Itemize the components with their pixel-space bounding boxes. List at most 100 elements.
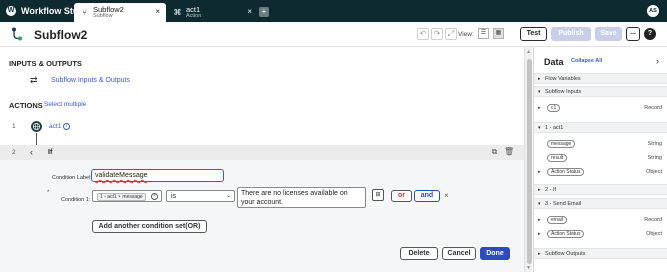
scrollbar-thumb[interactable] <box>526 59 532 264</box>
data-type: String <box>647 155 662 161</box>
delete-button[interactable]: Delete <box>400 247 438 260</box>
data-pill-row[interactable]: ▸ email Record <box>534 215 667 226</box>
if-step-header[interactable]: 2 ‹ If ⧉ 🗑 <box>0 145 524 160</box>
subflow-icon <box>12 27 22 41</box>
editor-header: Subflow2 ↶ ↷ ⤢ View: ☰ ▦ Test Publish Sa… <box>0 22 667 47</box>
data-pill[interactable]: Action Status <box>547 168 585 176</box>
data-pill[interactable]: c1 <box>547 104 561 112</box>
expand-arrow-icon: ▸ <box>538 105 541 111</box>
info-icon[interactable]: i <box>63 123 70 130</box>
section-subflow-outputs[interactable]: ▸ Subflow Outputs <box>534 248 667 259</box>
scroll-up-icon[interactable]: ▲ <box>526 49 531 55</box>
data-pill-row[interactable]: result String <box>534 153 667 164</box>
done-button[interactable]: Done <box>480 247 510 260</box>
view-label: View: <box>458 31 474 38</box>
section-title: 2 - If <box>545 187 557 193</box>
expand-arrow-icon: ▾ <box>538 125 541 131</box>
data-type: Object <box>646 231 662 237</box>
tab-type: Action <box>186 13 202 19</box>
data-pill[interactable]: email <box>547 216 567 224</box>
collapse-all-link[interactable]: Collapse All <box>571 58 602 64</box>
collapse-arrow-icon[interactable]: ‹ <box>30 147 40 157</box>
expand-arrow-icon: ▸ <box>538 76 541 82</box>
condition-1-label: Condition 1: <box>61 197 91 203</box>
scrollbar[interactable]: ▲ ▼ <box>524 47 532 272</box>
data-pill[interactable]: Action Status <box>547 230 585 238</box>
flow-editor: INPUTS & OUTPUTS ⇄ Subflow Inputs & Outp… <box>0 47 524 272</box>
data-type: Object <box>646 169 662 175</box>
chevron-right-icon[interactable]: › <box>656 56 659 66</box>
step-number: 1 <box>12 123 16 130</box>
data-type: Record <box>644 217 662 223</box>
help-icon[interactable]: ? <box>644 28 656 40</box>
section-title: Subflow Inputs <box>545 89 582 95</box>
data-pill-row[interactable]: ▸ Action Status Object <box>534 167 667 178</box>
expand-arrow-icon: ▾ <box>538 201 541 207</box>
close-icon[interactable]: × <box>151 193 158 200</box>
data-pill-row[interactable]: ▸ c1 Record <box>534 103 667 114</box>
add-condition-set-button[interactable]: Add another condition set(OR) <box>92 220 207 233</box>
copy-icon[interactable]: ⧉ <box>490 147 499 156</box>
data-panel-title: Data <box>544 57 564 67</box>
data-pill-row[interactable]: message String <box>534 139 667 150</box>
section-title: Flow Variables <box>545 76 581 82</box>
and-button[interactable]: and <box>414 190 440 202</box>
variable-pill[interactable]: 1 - act1 ‣ message <box>97 192 146 201</box>
operator-value: is <box>171 193 177 200</box>
section-title: 3 - Send Email <box>545 201 582 207</box>
expand-arrow-icon: ▸ <box>538 187 541 193</box>
add-tab-button[interactable]: + <box>259 7 269 17</box>
subflow-inputs-outputs-link[interactable]: Subflow Inputs & Outputs <box>51 77 130 84</box>
data-pill-row[interactable]: ▸ Action Status Object <box>534 229 667 240</box>
expand-arrow-icon: ▸ <box>538 251 541 257</box>
section-if[interactable]: ▸ 2 - If <box>534 184 667 195</box>
section-send-email[interactable]: ▾ 3 - Send Email <box>534 198 667 209</box>
expand-arrow-icon: ▸ <box>538 169 541 175</box>
step-number: 2 <box>12 149 16 156</box>
globe-icon <box>31 121 42 132</box>
trash-icon[interactable]: 🗑 <box>504 147 514 156</box>
action-icon: ⌘ <box>173 8 182 17</box>
publish-button[interactable]: Publish <box>551 27 591 41</box>
avatar[interactable]: AS <box>647 5 659 17</box>
section-act1[interactable]: ▾ 1 - act1 <box>534 122 667 133</box>
close-icon[interactable]: × <box>155 7 160 16</box>
close-icon[interactable]: × <box>247 7 252 16</box>
expand-button[interactable]: ⤢ <box>445 28 457 40</box>
test-button[interactable]: Test <box>520 27 547 41</box>
more-options-button[interactable]: ... <box>626 27 640 41</box>
expand-arrow-icon: ▸ <box>538 231 541 237</box>
section-flow-variables[interactable]: ▸ Flow Variables <box>534 73 667 84</box>
grid-view-icon[interactable]: ▦ <box>493 28 504 39</box>
operator-select[interactable]: is ⌄ <box>166 190 235 202</box>
condition-value-input[interactable]: There are no licenses available on your … <box>237 187 366 208</box>
select-multiple-link[interactable]: Select multiple <box>44 101 86 108</box>
section-title: Subflow Outputs <box>545 251 586 257</box>
section-title: 1 - act1 <box>545 125 564 131</box>
tab-act1[interactable]: ⌘ act1 Action × <box>167 3 257 22</box>
save-button[interactable]: Save <box>595 27 622 41</box>
condition-label-input[interactable]: validateMessage <box>91 169 224 182</box>
subflow-icon: ⑂ <box>82 8 87 17</box>
condition-variable-field[interactable]: 1 - act1 ‣ message × <box>92 190 162 202</box>
data-type: String <box>647 141 662 147</box>
undo-button[interactable]: ↶ <box>417 28 429 40</box>
step-act1-label[interactable]: act1 <box>49 123 61 130</box>
data-type: Record <box>644 105 662 111</box>
inputs-outputs-heading: INPUTS & OUTPUTS <box>9 59 82 68</box>
cancel-button[interactable]: Cancel <box>442 247 476 260</box>
scroll-down-icon[interactable]: ▼ <box>526 265 531 271</box>
redo-button[interactable]: ↷ <box>431 28 443 40</box>
remove-condition-icon[interactable]: × <box>444 191 449 200</box>
page-title: Subflow2 <box>34 28 88 42</box>
tab-subflow2[interactable]: ⑂ Subflow2 Subflow × <box>74 3 165 22</box>
or-button[interactable]: or <box>391 190 412 202</box>
step-connector <box>36 133 37 145</box>
expand-arrow-icon: ▾ <box>538 89 541 95</box>
condition-label-text: Condition Label: <box>52 175 92 181</box>
section-subflow-inputs[interactable]: ▾ Subflow Inputs <box>534 86 667 97</box>
data-picker-icon[interactable]: ⊞ <box>372 189 384 201</box>
data-pill[interactable]: message <box>547 140 576 148</box>
list-view-icon[interactable]: ☰ <box>478 28 489 39</box>
data-pill[interactable]: result <box>547 154 568 162</box>
